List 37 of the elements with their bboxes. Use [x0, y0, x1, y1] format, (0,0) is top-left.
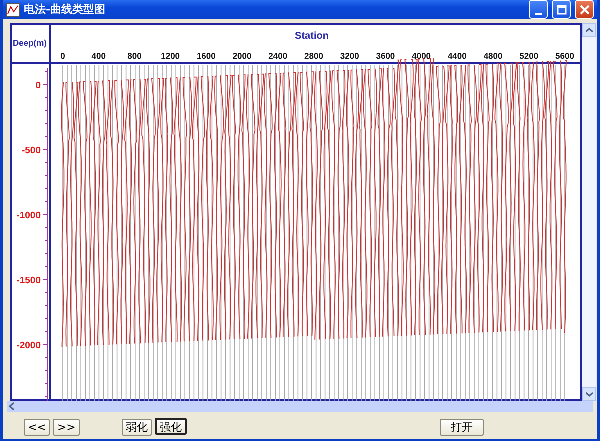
axis-title: Station [295, 31, 329, 42]
tick-label: 5600 [556, 51, 574, 61]
tick-label: 5200 [520, 51, 539, 61]
close-icon [580, 4, 590, 14]
horizontal-scrollbar[interactable] [7, 401, 593, 412]
tick-label: 4800 [484, 51, 503, 61]
maximize-button[interactable] [552, 0, 571, 19]
tick-label: 0 [36, 80, 41, 92]
tick-label: -2000 [16, 340, 41, 352]
tick-label: 4000 [412, 51, 432, 61]
tick-label: 800 [128, 51, 142, 61]
tick-label: 1600 [196, 51, 216, 61]
chart-icon [6, 2, 20, 16]
tick-label: 2400 [268, 51, 288, 61]
axis-title: Deep(m) [13, 38, 47, 48]
toolbar-button[interactable]: 强化 [154, 418, 187, 435]
minimize-button[interactable] [529, 0, 548, 19]
tick-label: -1500 [16, 276, 41, 286]
tick-label: 2000 [232, 51, 252, 61]
tick-label: 2800 [304, 51, 324, 61]
vertical-scrollbar[interactable] [582, 23, 596, 401]
tick-label: -1000 [16, 210, 41, 222]
tick-label: 4400 [448, 51, 467, 61]
toolbar-button[interactable]: 打开 [440, 419, 484, 436]
close-button[interactable] [575, 0, 594, 19]
toolbar-button[interactable]: >> [53, 419, 80, 436]
tick-label: 3600 [376, 51, 396, 61]
tick-label: 0 [60, 51, 66, 61]
maximize-icon [556, 4, 566, 14]
tick-label: 400 [92, 51, 106, 61]
toolbar-button[interactable]: 弱化 [122, 419, 152, 436]
window-title: 电法-曲线类型图 [24, 2, 107, 17]
tick-label: -500 [22, 146, 41, 156]
tick-label: 1200 [161, 51, 180, 61]
minimize-icon [535, 12, 542, 14]
toolbar-button[interactable]: << [24, 419, 50, 436]
tick-label: 3200 [340, 51, 360, 61]
